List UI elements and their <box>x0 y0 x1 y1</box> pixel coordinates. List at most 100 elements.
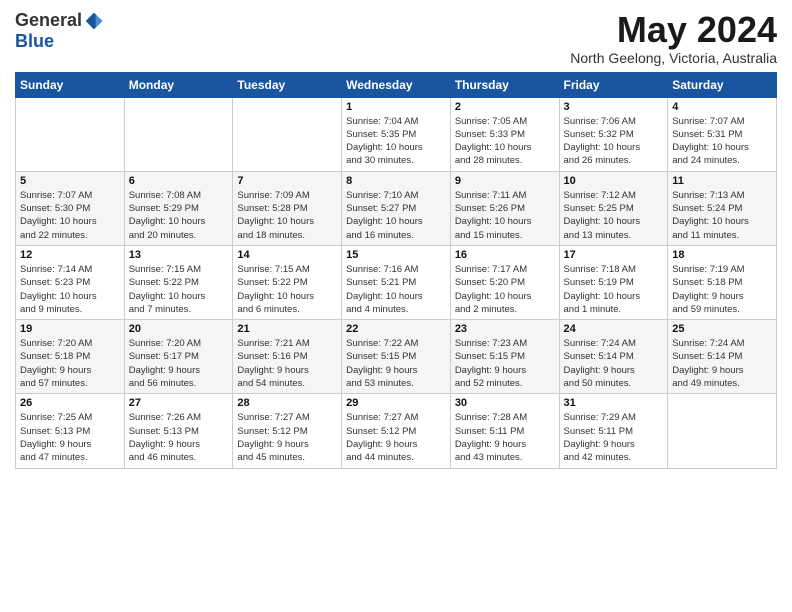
day-number: 17 <box>564 249 664 261</box>
day-number: 3 <box>564 101 664 113</box>
day-info: Sunrise: 7:27 AMSunset: 5:12 PMDaylight:… <box>237 411 337 464</box>
day-number: 12 <box>20 249 120 261</box>
calendar-cell: 3 Sunrise: 7:06 AMSunset: 5:32 PMDaylight… <box>559 97 668 171</box>
day-number: 25 <box>672 323 772 335</box>
day-number: 14 <box>237 249 337 261</box>
day-number: 9 <box>455 175 555 187</box>
day-info: Sunrise: 7:05 AMSunset: 5:33 PMDaylight:… <box>455 115 555 168</box>
calendar-cell: 30 Sunrise: 7:28 AMSunset: 5:11 PMDayligh… <box>450 394 559 468</box>
weekday-header-tuesday: Tuesday <box>233 72 342 97</box>
day-number: 2 <box>455 101 555 113</box>
calendar-cell: 31 Sunrise: 7:29 AMSunset: 5:11 PMDayligh… <box>559 394 668 468</box>
week-row-4: 19Sunrise: 7:20 AMSunset: 5:18 PMDayligh… <box>16 320 777 394</box>
day-info: Sunrise: 7:09 AMSunset: 5:28 PMDaylight:… <box>237 189 337 242</box>
day-number: 6 <box>129 175 229 187</box>
day-info: Sunrise: 7:26 AMSunset: 5:13 PMDaylight:… <box>129 411 229 464</box>
calendar-cell: 22 Sunrise: 7:22 AMSunset: 5:15 PMDayligh… <box>342 320 451 394</box>
day-number: 7 <box>237 175 337 187</box>
page: General Blue May 2024 North Geelong, Vic… <box>0 0 792 612</box>
day-info: Sunrise: 7:20 AMSunset: 5:18 PMDaylight:… <box>20 337 120 390</box>
day-number: 10 <box>564 175 664 187</box>
day-info: Sunrise: 7:21 AMSunset: 5:16 PMDaylight:… <box>237 337 337 390</box>
day-number: 8 <box>346 175 446 187</box>
logo-general-text: General <box>15 10 82 31</box>
calendar-cell: 20 Sunrise: 7:20 AMSunset: 5:17 PMDayligh… <box>124 320 233 394</box>
day-info: Sunrise: 7:07 AMSunset: 5:31 PMDaylight:… <box>672 115 772 168</box>
day-number: 4 <box>672 101 772 113</box>
logo-blue-text: Blue <box>15 31 54 52</box>
day-number: 31 <box>564 397 664 409</box>
calendar-cell: 17Sunrise: 7:18 AMSunset: 5:19 PMDayligh… <box>559 245 668 319</box>
day-info: Sunrise: 7:11 AMSunset: 5:26 PMDaylight:… <box>455 189 555 242</box>
day-info: Sunrise: 7:17 AMSunset: 5:20 PMDaylight:… <box>455 263 555 316</box>
calendar-cell: 13Sunrise: 7:15 AMSunset: 5:22 PMDayligh… <box>124 245 233 319</box>
day-info: Sunrise: 7:13 AMSunset: 5:24 PMDaylight:… <box>672 189 772 242</box>
calendar-cell: 29 Sunrise: 7:27 AMSunset: 5:12 PMDayligh… <box>342 394 451 468</box>
location: North Geelong, Victoria, Australia <box>570 50 777 66</box>
week-row-3: 12 Sunrise: 7:14 AMSunset: 5:23 PMDayligh… <box>16 245 777 319</box>
day-info: Sunrise: 7:07 AMSunset: 5:30 PMDaylight:… <box>20 189 120 242</box>
day-number: 23 <box>455 323 555 335</box>
day-info: Sunrise: 7:28 AMSunset: 5:11 PMDaylight:… <box>455 411 555 464</box>
logo-icon <box>84 11 104 31</box>
day-info: Sunrise: 7:19 AMSunset: 5:18 PMDaylight:… <box>672 263 772 316</box>
day-number: 22 <box>346 323 446 335</box>
weekday-header-sunday: Sunday <box>16 72 125 97</box>
weekday-header-row: SundayMondayTuesdayWednesdayThursdayFrid… <box>16 72 777 97</box>
day-info: Sunrise: 7:29 AMSunset: 5:11 PMDaylight:… <box>564 411 664 464</box>
day-info: Sunrise: 7:22 AMSunset: 5:15 PMDaylight:… <box>346 337 446 390</box>
day-info: Sunrise: 7:23 AMSunset: 5:15 PMDaylight:… <box>455 337 555 390</box>
day-number: 26 <box>20 397 120 409</box>
calendar-cell: 26 Sunrise: 7:25 AMSunset: 5:13 PMDayligh… <box>16 394 125 468</box>
calendar-cell: 6Sunrise: 7:08 AMSunset: 5:29 PMDaylight… <box>124 171 233 245</box>
calendar-cell: 2 Sunrise: 7:05 AMSunset: 5:33 PMDaylight… <box>450 97 559 171</box>
calendar-cell <box>16 97 125 171</box>
day-info: Sunrise: 7:16 AMSunset: 5:21 PMDaylight:… <box>346 263 446 316</box>
calendar-cell: 7 Sunrise: 7:09 AMSunset: 5:28 PMDaylight… <box>233 171 342 245</box>
weekday-header-friday: Friday <box>559 72 668 97</box>
calendar-cell: 4 Sunrise: 7:07 AMSunset: 5:31 PMDaylight… <box>668 97 777 171</box>
calendar: SundayMondayTuesdayWednesdayThursdayFrid… <box>15 72 777 469</box>
day-number: 30 <box>455 397 555 409</box>
calendar-cell: 5Sunrise: 7:07 AMSunset: 5:30 PMDaylight… <box>16 171 125 245</box>
logo: General Blue <box>15 10 104 52</box>
day-info: Sunrise: 7:27 AMSunset: 5:12 PMDaylight:… <box>346 411 446 464</box>
week-row-2: 5Sunrise: 7:07 AMSunset: 5:30 PMDaylight… <box>16 171 777 245</box>
day-number: 24 <box>564 323 664 335</box>
week-row-5: 26 Sunrise: 7:25 AMSunset: 5:13 PMDayligh… <box>16 394 777 468</box>
day-number: 15 <box>346 249 446 261</box>
day-info: Sunrise: 7:15 AMSunset: 5:22 PMDaylight:… <box>237 263 337 316</box>
logo-text: General <box>15 10 104 31</box>
day-info: Sunrise: 7:15 AMSunset: 5:22 PMDaylight:… <box>129 263 229 316</box>
calendar-cell: 15 Sunrise: 7:16 AMSunset: 5:21 PMDayligh… <box>342 245 451 319</box>
day-number: 27 <box>129 397 229 409</box>
day-info: Sunrise: 7:20 AMSunset: 5:17 PMDaylight:… <box>129 337 229 390</box>
calendar-cell <box>668 394 777 468</box>
calendar-cell: 1Sunrise: 7:04 AMSunset: 5:35 PMDaylight… <box>342 97 451 171</box>
day-number: 20 <box>129 323 229 335</box>
day-info: Sunrise: 7:25 AMSunset: 5:13 PMDaylight:… <box>20 411 120 464</box>
day-info: Sunrise: 7:06 AMSunset: 5:32 PMDaylight:… <box>564 115 664 168</box>
day-number: 21 <box>237 323 337 335</box>
day-info: Sunrise: 7:04 AMSunset: 5:35 PMDaylight:… <box>346 115 446 168</box>
calendar-cell: 14 Sunrise: 7:15 AMSunset: 5:22 PMDayligh… <box>233 245 342 319</box>
calendar-cell: 8Sunrise: 7:10 AMSunset: 5:27 PMDaylight… <box>342 171 451 245</box>
calendar-cell: 21 Sunrise: 7:21 AMSunset: 5:16 PMDayligh… <box>233 320 342 394</box>
calendar-cell: 19Sunrise: 7:20 AMSunset: 5:18 PMDayligh… <box>16 320 125 394</box>
day-number: 29 <box>346 397 446 409</box>
calendar-cell: 9 Sunrise: 7:11 AMSunset: 5:26 PMDaylight… <box>450 171 559 245</box>
calendar-cell: 27 Sunrise: 7:26 AMSunset: 5:13 PMDayligh… <box>124 394 233 468</box>
day-number: 16 <box>455 249 555 261</box>
day-info: Sunrise: 7:24 AMSunset: 5:14 PMDaylight:… <box>672 337 772 390</box>
day-info: Sunrise: 7:14 AMSunset: 5:23 PMDaylight:… <box>20 263 120 316</box>
title-block: May 2024 North Geelong, Victoria, Austra… <box>570 10 777 66</box>
calendar-cell: 18Sunrise: 7:19 AMSunset: 5:18 PMDayligh… <box>668 245 777 319</box>
calendar-cell: 16 Sunrise: 7:17 AMSunset: 5:20 PMDayligh… <box>450 245 559 319</box>
header: General Blue May 2024 North Geelong, Vic… <box>15 10 777 66</box>
weekday-header-saturday: Saturday <box>668 72 777 97</box>
calendar-cell: 28Sunrise: 7:27 AMSunset: 5:12 PMDayligh… <box>233 394 342 468</box>
month-title: May 2024 <box>570 10 777 50</box>
day-number: 11 <box>672 175 772 187</box>
calendar-cell: 12 Sunrise: 7:14 AMSunset: 5:23 PMDayligh… <box>16 245 125 319</box>
weekday-header-thursday: Thursday <box>450 72 559 97</box>
